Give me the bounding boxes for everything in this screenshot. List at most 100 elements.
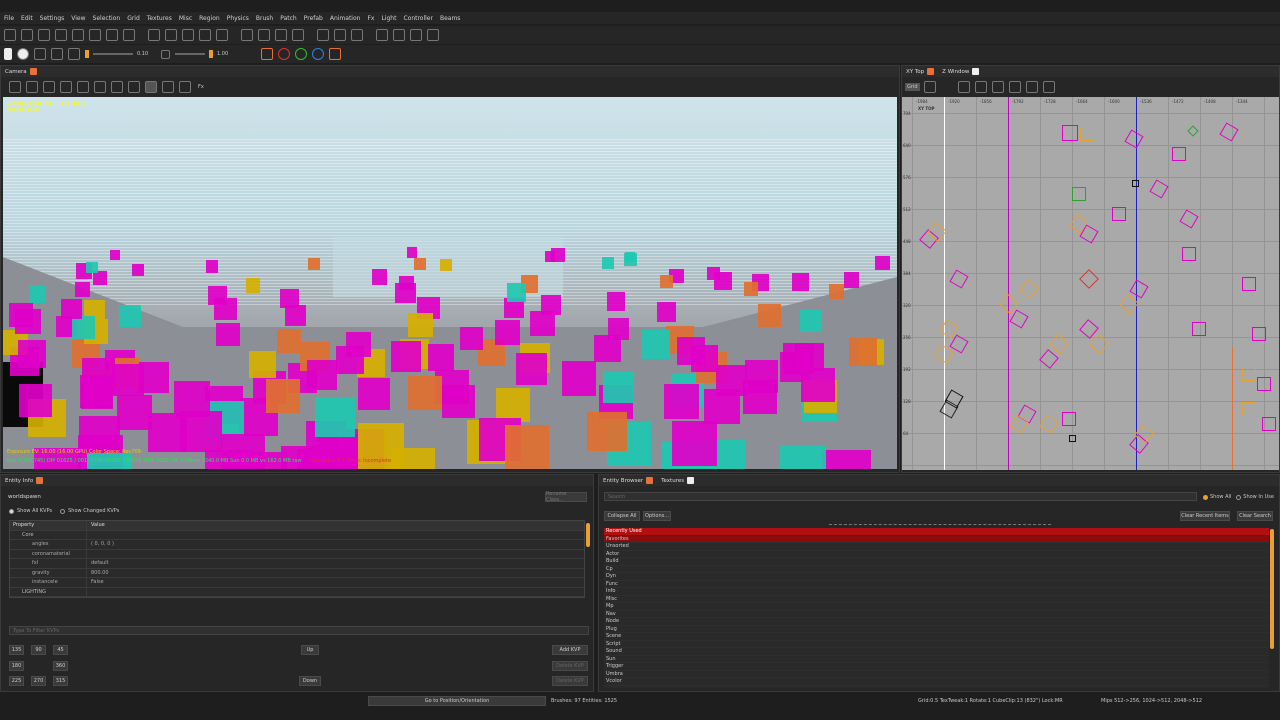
entity-cube[interactable] bbox=[391, 341, 422, 372]
speed-slider[interactable] bbox=[85, 50, 89, 58]
show-all-radio[interactable] bbox=[1203, 494, 1208, 500]
step-icon[interactable] bbox=[68, 48, 80, 60]
entity-category-item[interactable]: Sound bbox=[604, 648, 1269, 656]
entity-category-item[interactable]: Script bbox=[604, 641, 1269, 648]
grid-icon[interactable] bbox=[923, 81, 936, 93]
entity-cube[interactable] bbox=[399, 275, 414, 291]
split-icon[interactable] bbox=[427, 29, 439, 41]
show-in-use-radio[interactable] bbox=[1236, 494, 1242, 500]
rename-class-button[interactable]: Rename Class... bbox=[545, 491, 587, 503]
entity-cube[interactable] bbox=[821, 449, 872, 469]
entity-cube[interactable] bbox=[132, 264, 145, 277]
kvp-value[interactable]: luts_t7_default bbox=[86, 597, 584, 598]
red-refresh-icon[interactable] bbox=[278, 48, 290, 60]
entity-category-item[interactable]: Func bbox=[604, 581, 1269, 588]
entity-cube[interactable] bbox=[715, 364, 747, 396]
clear-recent-button[interactable]: Clear Recent Items bbox=[1180, 511, 1230, 521]
entity-marker[interactable] bbox=[1257, 377, 1271, 391]
menu-item-edit[interactable]: Edit bbox=[21, 15, 33, 22]
entity-category-item[interactable]: Node bbox=[604, 618, 1269, 626]
entity-marker[interactable] bbox=[1187, 125, 1199, 137]
entity-category-item[interactable]: Dyn bbox=[604, 573, 1269, 581]
camera-clip-icon[interactable] bbox=[111, 81, 123, 93]
move-z-icon[interactable] bbox=[182, 29, 194, 41]
entity-marker[interactable] bbox=[1019, 279, 1039, 299]
open-icon[interactable] bbox=[4, 29, 16, 41]
menu-item-brush[interactable]: Brush bbox=[256, 15, 273, 22]
move-y-icon[interactable] bbox=[165, 29, 177, 41]
entity-cube[interactable] bbox=[507, 282, 527, 302]
menu-item-animation[interactable]: Animation bbox=[330, 15, 361, 22]
clear-search-button[interactable]: Clear Search bbox=[1237, 511, 1273, 521]
view6-icon[interactable] bbox=[1042, 81, 1055, 93]
kvp-value[interactable] bbox=[86, 587, 584, 596]
entity-cube[interactable] bbox=[602, 257, 615, 270]
menu-item-physics[interactable]: Physics bbox=[227, 15, 249, 22]
kvp-value[interactable] bbox=[86, 549, 584, 558]
menu-item-prefab[interactable]: Prefab bbox=[304, 15, 323, 22]
fx-label[interactable]: Fx bbox=[198, 84, 204, 90]
grid-button[interactable]: Grid bbox=[905, 83, 920, 91]
scale-value[interactable]: 1.00 bbox=[217, 51, 237, 57]
entity-cube[interactable] bbox=[308, 257, 321, 270]
rotate-icon[interactable] bbox=[199, 29, 211, 41]
entity-cube[interactable] bbox=[587, 412, 627, 452]
entity-cube[interactable] bbox=[81, 357, 116, 392]
kvp-value[interactable]: ( 0, 0, 0 ) bbox=[86, 540, 584, 549]
entity-cube[interactable] bbox=[800, 310, 822, 333]
entity-cube[interactable] bbox=[17, 340, 46, 369]
entity-cube[interactable] bbox=[306, 359, 337, 390]
entity-marker[interactable] bbox=[1062, 412, 1076, 426]
speed-track[interactable] bbox=[93, 53, 133, 55]
entity-cube[interactable] bbox=[335, 345, 365, 374]
record-icon[interactable] bbox=[34, 48, 46, 60]
camera-wire-icon[interactable] bbox=[43, 81, 55, 93]
entity-cube[interactable] bbox=[676, 337, 706, 366]
entity-cube[interactable] bbox=[504, 425, 550, 469]
entity-marker[interactable] bbox=[1149, 179, 1169, 199]
pause-icon[interactable] bbox=[4, 48, 12, 60]
angle-button-315[interactable]: 315 bbox=[53, 676, 68, 686]
angle-button-225[interactable]: 225 bbox=[9, 676, 24, 686]
entity-list-scrollbar[interactable] bbox=[1270, 529, 1274, 649]
angle-button-270[interactable]: 270 bbox=[31, 676, 46, 686]
entity-cube[interactable] bbox=[602, 372, 635, 404]
entity-category-item[interactable]: Cp bbox=[604, 566, 1269, 573]
entity-cube[interactable] bbox=[28, 286, 46, 303]
entity-cube[interactable] bbox=[758, 303, 782, 327]
scale-track[interactable] bbox=[175, 53, 205, 55]
merge-icon[interactable] bbox=[410, 29, 422, 41]
hollow-icon[interactable] bbox=[393, 29, 405, 41]
zoom-icon[interactable] bbox=[329, 48, 341, 60]
entity-cube[interactable] bbox=[216, 322, 240, 346]
view4-icon[interactable] bbox=[1008, 81, 1021, 93]
entity-marker[interactable] bbox=[1179, 209, 1199, 229]
camera-viewport[interactable]: CACHED LIGHTING - [1] State 1 Sun not bu… bbox=[3, 97, 897, 469]
stop-icon[interactable] bbox=[17, 48, 29, 60]
camera-icon[interactable] bbox=[317, 29, 329, 41]
menu-item-light[interactable]: Light bbox=[381, 15, 396, 22]
camera-lighting-icon[interactable] bbox=[26, 81, 38, 93]
camera-mode-icon[interactable] bbox=[9, 81, 21, 93]
kvp-row[interactable]: coronamaterial bbox=[10, 549, 584, 559]
goto-position-button[interactable]: Go to Position/Orientation bbox=[368, 696, 546, 706]
entity-marker[interactable] bbox=[1039, 349, 1059, 369]
entity-cube[interactable] bbox=[780, 446, 826, 469]
entity-cube[interactable] bbox=[607, 318, 630, 340]
entity-browser-tab[interactable]: Entity Browser bbox=[599, 476, 657, 486]
entity-cube[interactable] bbox=[550, 247, 565, 262]
entity-cube[interactable] bbox=[72, 315, 96, 340]
close-icon[interactable] bbox=[646, 477, 654, 484]
close-icon[interactable] bbox=[972, 68, 980, 75]
camera-textured-icon[interactable] bbox=[77, 81, 89, 93]
entity-cube[interactable] bbox=[530, 311, 556, 337]
close-icon[interactable] bbox=[927, 68, 935, 75]
entity-cube[interactable] bbox=[18, 384, 52, 418]
menu-item-controller[interactable]: Controller bbox=[403, 15, 433, 22]
kvp-row[interactable]: lutmaterialluts_t7_default bbox=[10, 597, 584, 598]
entity-category-item[interactable]: Scene bbox=[604, 633, 1269, 641]
entity-category-item[interactable]: Recently Used bbox=[604, 528, 1269, 536]
entity-marker[interactable] bbox=[1080, 127, 1094, 141]
entity-cube[interactable] bbox=[408, 376, 443, 411]
flip-x-icon[interactable] bbox=[258, 29, 270, 41]
